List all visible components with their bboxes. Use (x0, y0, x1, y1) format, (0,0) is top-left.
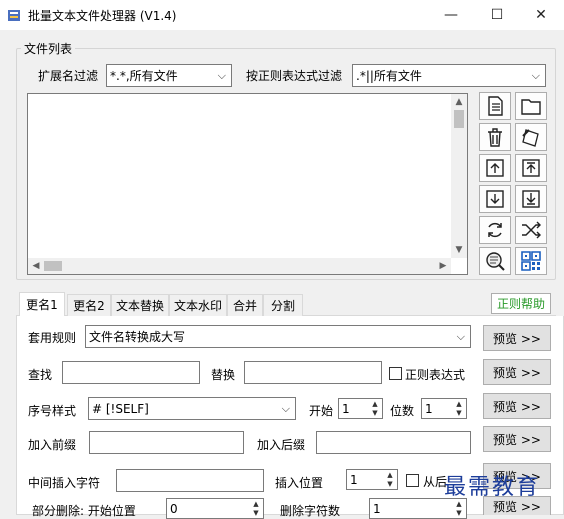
ext-filter-select[interactable]: *.*,所有文件 ⌵ (106, 64, 232, 87)
vertical-scroll-thumb[interactable] (454, 110, 464, 128)
scroll-down-icon[interactable]: ▼ (451, 243, 467, 257)
regex-filter-value: .*||所有文件 (356, 69, 422, 83)
preview-search-button[interactable] (479, 247, 511, 275)
regex-filter-select[interactable]: .*||所有文件 ⌵ (352, 64, 546, 87)
delete-count-label: 删除字符数 (280, 504, 341, 518)
add-file-button[interactable] (479, 92, 511, 120)
spin-arrows-icon[interactable]: ▲ ▼ (385, 471, 395, 489)
insert-pos-label: 插入位置 (275, 476, 324, 490)
prefix-label: 加入前缀 (28, 438, 77, 452)
spin-arrows-icon[interactable]: ▲ ▼ (454, 400, 464, 418)
ext-filter-label: 扩展名过滤 (38, 69, 99, 83)
find-input[interactable] (62, 361, 200, 384)
move-top-button[interactable] (515, 154, 547, 182)
move-up-icon (486, 159, 504, 177)
move-bottom-icon (522, 190, 540, 208)
minimize-button[interactable]: — (428, 0, 474, 30)
tab-rename1[interactable]: 更名1 (19, 292, 65, 316)
clear-list-icon (522, 129, 539, 147)
preview-search-icon (486, 252, 505, 271)
digits-label: 位数 (390, 404, 415, 418)
shuffle-icon (522, 221, 541, 239)
app-icon (8, 10, 20, 21)
start-label: 开始 (309, 404, 334, 418)
rule-label: 套用规则 (28, 331, 77, 345)
preview-prefix-button[interactable]: 预览 >> (483, 426, 551, 452)
window-title: 批量文本文件处理器 (V1.4) (28, 9, 177, 23)
delete-count-value: 1 (373, 501, 381, 516)
suffix-input[interactable] (316, 431, 471, 454)
qrcode-icon (521, 251, 541, 271)
maximize-button[interactable]: ☐ (474, 0, 520, 30)
scroll-right-icon[interactable]: ▶ (436, 259, 450, 273)
replace-label: 替换 (211, 368, 236, 382)
start-value: 1 (342, 401, 350, 416)
add-folder-button[interactable] (515, 92, 547, 120)
close-button[interactable]: ✕ (518, 0, 564, 30)
move-bottom-button[interactable] (515, 185, 547, 213)
regex-checkbox-label: 正则表达式 (405, 368, 466, 382)
rule-select[interactable]: 文件名转换成大写 ⌵ (85, 325, 471, 348)
regex-filter-label: 按正则表达式过滤 (246, 69, 343, 83)
tab-text-replace[interactable]: 文本替换 (111, 294, 169, 316)
chevron-down-icon: ⌵ (217, 69, 226, 82)
scroll-up-icon[interactable]: ▲ (451, 95, 467, 109)
insert-char-label: 中间插入字符 (28, 476, 101, 490)
from-right-checkbox[interactable] (406, 474, 419, 487)
preview-seq-button[interactable]: 预览 >> (483, 393, 551, 419)
delete-button[interactable] (479, 123, 511, 151)
tab-merge[interactable]: 合并 (227, 294, 263, 316)
digits-value: 1 (425, 401, 433, 416)
ext-filter-value: *.*,所有文件 (110, 69, 178, 83)
replace-input[interactable] (244, 361, 382, 384)
add-folder-icon (521, 99, 541, 115)
regex-checkbox[interactable] (389, 367, 402, 380)
regex-help-button[interactable]: 正则帮助 (491, 293, 551, 314)
scroll-left-icon[interactable]: ◀ (29, 259, 43, 273)
chevron-down-icon: ⌵ (531, 69, 540, 82)
refresh-button[interactable] (479, 216, 511, 244)
find-label: 查找 (28, 368, 53, 382)
file-listbox[interactable] (27, 93, 468, 275)
spin-arrows-icon[interactable]: ▲ ▼ (251, 500, 261, 518)
digits-spinner[interactable]: 1 ▲ ▼ (421, 398, 467, 419)
prefix-input[interactable] (89, 431, 244, 454)
partial-delete-label: 部分删除: 开始位置 (32, 504, 136, 518)
suffix-label: 加入后缀 (257, 438, 306, 452)
move-down-icon (486, 190, 504, 208)
partial-delete-start-value: 0 (170, 501, 178, 516)
tab-split[interactable]: 分割 (263, 294, 303, 316)
preview-find-button[interactable]: 预览 >> (483, 359, 551, 385)
rule-value: 文件名转换成大写 (89, 330, 186, 344)
spin-arrows-icon[interactable]: ▲ ▼ (454, 500, 464, 518)
chevron-down-icon: ⌵ (456, 330, 465, 343)
tab-text-watermark[interactable]: 文本水印 (169, 294, 227, 316)
add-file-icon (488, 96, 503, 116)
preview-rule-button[interactable]: 预览 >> (483, 325, 551, 351)
move-top-icon (522, 159, 540, 177)
insert-char-input[interactable] (116, 469, 264, 492)
insert-pos-value: 1 (350, 472, 358, 487)
clear-list-button[interactable] (515, 123, 547, 151)
file-list-legend: 文件列表 (21, 40, 76, 57)
shuffle-button[interactable] (515, 216, 547, 244)
chevron-down-icon: ⌵ (281, 402, 290, 415)
qrcode-button[interactable] (515, 247, 547, 275)
seq-style-select[interactable]: # [!SELF] ⌵ (88, 397, 296, 420)
move-up-button[interactable] (479, 154, 511, 182)
horizontal-scrollbar[interactable] (28, 258, 451, 274)
seq-style-value: # [!SELF] (92, 401, 149, 416)
delete-count-spinner[interactable]: 1 ▲ ▼ (369, 498, 467, 519)
spin-arrows-icon[interactable]: ▲ ▼ (370, 400, 380, 418)
move-down-button[interactable] (479, 185, 511, 213)
delete-icon (488, 128, 502, 147)
seq-style-label: 序号样式 (28, 404, 77, 418)
refresh-icon (488, 222, 502, 238)
insert-pos-spinner[interactable]: 1 ▲ ▼ (346, 469, 398, 490)
partial-delete-start-spinner[interactable]: 0 ▲ ▼ (166, 498, 264, 519)
start-spinner[interactable]: 1 ▲ ▼ (338, 398, 383, 419)
tab-rename2[interactable]: 更名2 (67, 294, 111, 316)
horizontal-scroll-thumb[interactable] (44, 261, 62, 271)
site-watermark: 最需教育 (444, 475, 541, 500)
